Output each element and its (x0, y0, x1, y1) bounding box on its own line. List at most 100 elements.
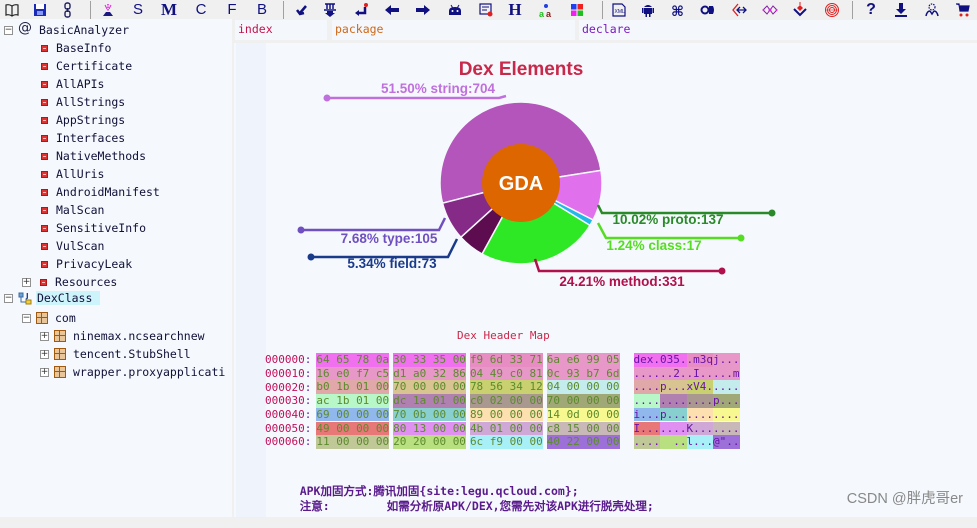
fingerprint-icon[interactable] (820, 0, 844, 19)
hex-byte[interactable]: 33 (413, 353, 433, 367)
hex-byte[interactable]: 00 (453, 422, 466, 436)
hex-byte[interactable]: 99 (586, 353, 606, 367)
hex-byte[interactable]: 00 (376, 380, 389, 394)
network-graph-icon[interactable] (758, 0, 782, 19)
hex-byte[interactable]: 0d (567, 408, 587, 422)
hex-byte[interactable]: 34 (510, 380, 530, 394)
tree-item-certificate[interactable]: Certificate (22, 57, 132, 75)
hex-byte[interactable]: 00 (586, 408, 606, 422)
hex-byte[interactable]: 01 (433, 394, 453, 408)
hex-byte[interactable]: 40 (547, 435, 567, 449)
hex-byte[interactable]: 0b (413, 408, 433, 422)
hex-byte[interactable]: 1a (413, 394, 433, 408)
tree-item-sensitiveinfo[interactable]: SensitiveInfo (22, 219, 146, 237)
hex-byte[interactable]: 04 (547, 380, 567, 394)
download-method-icon[interactable] (318, 0, 342, 19)
hex-byte[interactable]: 00 (490, 408, 510, 422)
android-robot-icon[interactable] (636, 0, 660, 19)
tree-node-dexclass[interactable]: − J DexClass (4, 289, 100, 307)
hex-byte[interactable]: 00 (336, 435, 356, 449)
vulnerability-icon[interactable] (788, 0, 812, 19)
color-blocks-icon[interactable] (565, 0, 589, 19)
hex-byte[interactable]: 6d (490, 353, 510, 367)
hex-byte[interactable]: 00 (453, 435, 466, 449)
hex-byte[interactable]: 00 (606, 394, 619, 408)
hex-byte[interactable]: 00 (376, 435, 389, 449)
hex-byte[interactable]: 0c (547, 367, 567, 381)
hex-byte[interactable]: 00 (510, 422, 530, 436)
hex-byte[interactable]: 00 (336, 422, 356, 436)
hex-byte[interactable]: 00 (606, 380, 619, 394)
hex-byte[interactable]: 6c (470, 435, 490, 449)
hex-byte[interactable]: 93 (567, 367, 587, 381)
tree-item-alluris[interactable]: AllUris (22, 165, 104, 183)
hex-byte[interactable]: 00 (453, 353, 466, 367)
hex-byte[interactable]: 00 (453, 408, 466, 422)
hex-byte[interactable]: 78 (470, 380, 490, 394)
hex-byte[interactable]: e6 (567, 353, 587, 367)
hex-byte[interactable]: 49 (490, 367, 510, 381)
hex-byte[interactable]: 00 (606, 435, 619, 449)
column-index[interactable]: index (235, 20, 327, 40)
hex-byte[interactable]: 01 (490, 422, 510, 436)
forward-arrow-icon[interactable] (411, 0, 435, 19)
hex-byte[interactable]: 00 (413, 380, 433, 394)
hex-byte[interactable]: 78 (356, 353, 376, 367)
hex-byte[interactable]: 00 (376, 422, 389, 436)
hex-byte[interactable]: c5 (376, 367, 389, 381)
hex-byte[interactable]: 00 (529, 408, 542, 422)
hex-byte[interactable]: 81 (529, 367, 542, 381)
tree-item-interfaces[interactable]: Interfaces (22, 129, 125, 147)
hex-byte[interactable]: 00 (606, 408, 619, 422)
hex-byte[interactable]: 20 (393, 435, 413, 449)
hex-byte[interactable]: 00 (433, 408, 453, 422)
help-icon[interactable]: ? (859, 0, 883, 19)
hex-byte[interactable]: 1b (336, 380, 356, 394)
hex-byte[interactable]: 80 (393, 422, 413, 436)
tree-item-appstrings[interactable]: AppStrings (22, 111, 125, 129)
hex-byte[interactable]: f9 (490, 435, 510, 449)
column-declare[interactable]: declare (579, 20, 977, 40)
hex-byte[interactable]: a0 (413, 367, 433, 381)
hex-byte[interactable]: 00 (510, 394, 530, 408)
hex-byte[interactable]: c0 (470, 394, 490, 408)
tree-item-baseinfo[interactable]: BaseInfo (22, 39, 111, 57)
tree-item-malscan[interactable]: MalScan (22, 201, 104, 219)
hex-byte[interactable]: 04 (470, 367, 490, 381)
column-package[interactable]: package (332, 20, 575, 40)
tree-item-allstrings[interactable]: AllStrings (22, 93, 125, 111)
hex-byte[interactable]: 70 (547, 394, 567, 408)
tree-item-allapis[interactable]: AllAPIs (22, 75, 104, 93)
tree-node-com[interactable]: − com (22, 309, 76, 327)
decode-arrows-icon[interactable] (728, 0, 752, 19)
command-icon[interactable]: ⌘ (666, 0, 690, 19)
collapse-toggle[interactable]: − (4, 294, 13, 303)
hex-byte[interactable]: 56 (490, 380, 510, 394)
hex-byte[interactable]: 00 (356, 435, 376, 449)
hex-byte[interactable]: 00 (453, 394, 466, 408)
entry-point-icon[interactable] (96, 0, 120, 19)
hex-byte[interactable]: 4b (470, 422, 490, 436)
hex-byte[interactable]: 00 (336, 408, 356, 422)
hex-byte[interactable]: 01 (356, 394, 376, 408)
hex-byte[interactable]: 05 (606, 353, 619, 367)
hex-byte[interactable]: 65 (336, 353, 356, 367)
hex-byte[interactable]: 33 (510, 353, 530, 367)
hex-byte[interactable]: 35 (433, 353, 453, 367)
tree-node-basicanalyzer[interactable]: − @ BasicAnalyzer (4, 21, 129, 39)
goto-icon[interactable] (290, 0, 314, 19)
hex-byte[interactable]: 00 (433, 435, 453, 449)
hex-byte[interactable]: d1 (393, 367, 413, 381)
hex-header-button[interactable]: H (503, 0, 527, 19)
hex-byte[interactable]: 14 (547, 408, 567, 422)
android-bot-icon[interactable] (443, 0, 467, 19)
hex-byte[interactable]: 00 (567, 380, 587, 394)
link-chain-icon[interactable] (56, 0, 80, 19)
hex-byte[interactable]: 00 (567, 394, 587, 408)
hex-byte[interactable]: 00 (510, 408, 530, 422)
hex-byte[interactable]: 00 (433, 422, 453, 436)
hex-byte[interactable]: 15 (567, 422, 587, 436)
hex-byte[interactable]: e0 (336, 367, 356, 381)
hex-byte[interactable]: 70 (393, 408, 413, 422)
hex-byte[interactable]: 00 (529, 394, 542, 408)
